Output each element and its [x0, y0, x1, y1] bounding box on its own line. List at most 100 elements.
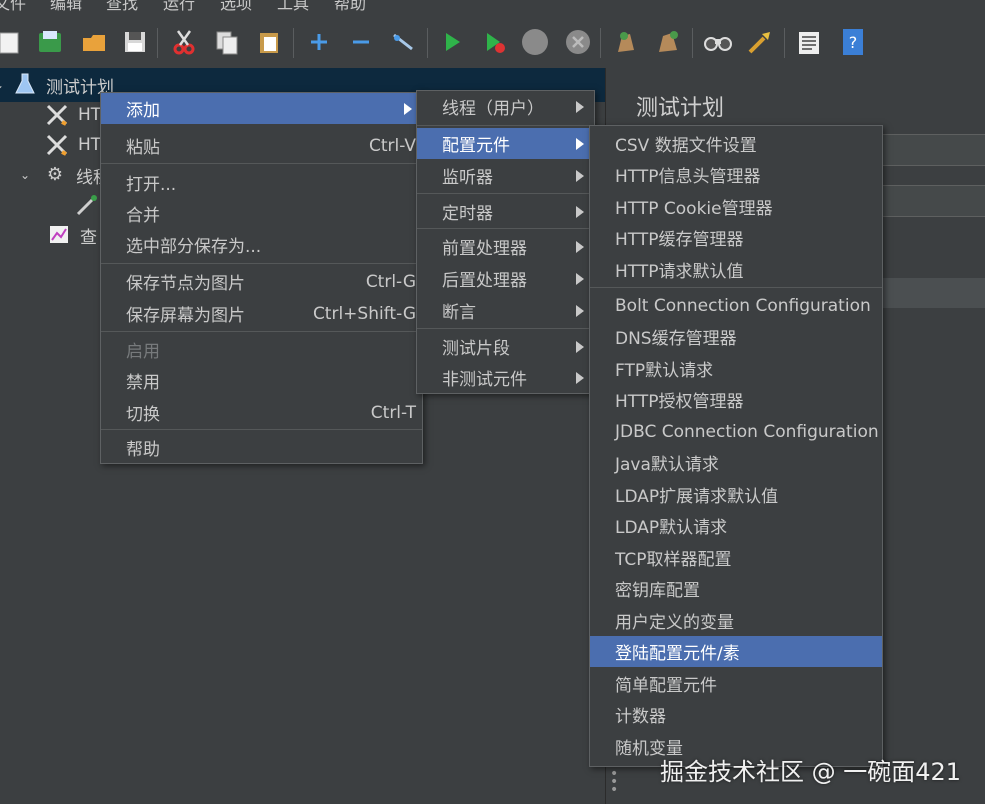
config-item-ftp-defaults[interactable]: FTP默认请求: [590, 353, 882, 384]
menu-bar: 文件 编辑 查找 运行 选项 工具 帮助: [0, 0, 985, 14]
clear-all-icon[interactable]: [652, 26, 684, 58]
splitter-grip[interactable]: •••: [610, 767, 618, 797]
menu-item-merge[interactable]: 合并: [101, 198, 422, 229]
config-item-user-defined-vars[interactable]: 用户定义的变量: [590, 605, 882, 636]
help-icon[interactable]: ?: [837, 26, 869, 58]
chevron-right-icon: [576, 340, 584, 353]
chevron-right-icon: [576, 371, 584, 384]
menu-help[interactable]: 帮助: [334, 0, 366, 14]
svg-text:?: ?: [849, 33, 858, 52]
config-item-counter[interactable]: 计数器: [590, 699, 882, 730]
chevron-right-icon: [576, 169, 584, 182]
menu-run[interactable]: 运行: [163, 0, 195, 14]
config-item-dns-cache[interactable]: DNS缓存管理器: [590, 321, 882, 352]
config-item-java-defaults[interactable]: Java默认请求: [590, 447, 882, 478]
menu-search[interactable]: 查找: [106, 0, 138, 14]
new-icon[interactable]: [0, 26, 26, 58]
config-item-keystore[interactable]: 密钥库配置: [590, 573, 882, 604]
tree-node-label: 查: [80, 227, 97, 248]
submenu-item-assertion[interactable]: 断言: [417, 295, 594, 326]
submenu-item-pre-processor[interactable]: 前置处理器: [417, 231, 594, 262]
copy-icon[interactable]: [211, 26, 243, 58]
context-menu: 添加 粘贴 Ctrl-V 打开... 合并 选中部分保存为... 保存节点为图片 C…: [100, 92, 423, 464]
clear-icon[interactable]: [610, 26, 642, 58]
function-helper-icon[interactable]: [793, 26, 825, 58]
pipette-icon: [74, 192, 100, 218]
add-submenu: 线程（用户） 配置元件 监听器 定时器 前置处理器 后置处理器 断言 测试片段 …: [416, 90, 595, 394]
chevron-right-icon: [576, 304, 584, 317]
submenu-item-timer[interactable]: 定时器: [417, 196, 594, 227]
paste-icon[interactable]: [253, 26, 285, 58]
menu-item-open[interactable]: 打开...: [101, 167, 422, 198]
shutdown-icon[interactable]: [562, 26, 594, 58]
wrench-icon: [44, 102, 70, 128]
tree-node-test-plan[interactable]: ⌄ 测试计划: [0, 72, 114, 98]
config-item-http-cache[interactable]: HTTP缓存管理器: [590, 222, 882, 253]
watermark: 掘金技术社区 @ 一碗面421: [660, 758, 962, 786]
config-element-submenu: CSV 数据文件设置 HTTP信息头管理器 HTTP Cookie管理器 HTT…: [589, 125, 883, 767]
menu-options[interactable]: 选项: [220, 0, 252, 14]
cut-icon[interactable]: [168, 26, 200, 58]
chevron-down-icon[interactable]: ⌄: [0, 78, 12, 92]
flask-icon: [12, 72, 38, 98]
submenu-item-test-fragment[interactable]: 测试片段: [417, 331, 594, 362]
submenu-item-post-processor[interactable]: 后置处理器: [417, 263, 594, 294]
start-no-pause-icon[interactable]: [478, 26, 510, 58]
menu-item-toggle[interactable]: 切换 Ctrl-T: [101, 397, 422, 428]
chevron-right-icon: [576, 100, 584, 113]
menu-file[interactable]: 文件: [0, 0, 26, 14]
submenu-item-non-test-elements[interactable]: 非测试元件: [417, 362, 594, 393]
reset-search-icon[interactable]: [744, 26, 776, 58]
menu-tools[interactable]: 工具: [277, 0, 309, 14]
config-item-tcp-sampler[interactable]: TCP取样器配置: [590, 542, 882, 573]
wrench-icon: [44, 132, 70, 158]
tree-node-thread-group[interactable]: ⌄ ⚙ 线程: [20, 162, 110, 188]
config-item-ldap-defaults[interactable]: LDAP默认请求: [590, 510, 882, 541]
chevron-right-icon: [576, 240, 584, 253]
open-icon[interactable]: [78, 26, 110, 58]
tree-node-listener[interactable]: 查: [46, 222, 97, 248]
expand-icon[interactable]: [303, 26, 335, 58]
submenu-item-listener[interactable]: 监听器: [417, 160, 594, 191]
search-icon[interactable]: [702, 26, 734, 58]
menu-item-add[interactable]: 添加: [101, 93, 422, 124]
tree-node-label: HT: [78, 105, 102, 125]
config-item-simple-config[interactable]: 简单配置元件: [590, 668, 882, 699]
panel-title: 测试计划: [636, 96, 725, 121]
gear-icon: ⚙: [46, 164, 64, 185]
config-item-http-header[interactable]: HTTP信息头管理器: [590, 159, 882, 190]
menu-item-help[interactable]: 帮助: [101, 432, 422, 463]
collapse-icon[interactable]: [345, 26, 377, 58]
save-icon[interactable]: [119, 26, 151, 58]
menu-item-save-node-image[interactable]: 保存节点为图片 Ctrl-G: [101, 266, 422, 297]
config-item-bolt[interactable]: Bolt Connection Configuration: [590, 290, 882, 321]
menu-item-disable[interactable]: 禁用: [101, 365, 422, 396]
graph-icon: [46, 222, 72, 248]
toolbar: ?: [0, 18, 985, 68]
menu-item-save-selection[interactable]: 选中部分保存为...: [101, 229, 422, 260]
config-item-http-cookie[interactable]: HTTP Cookie管理器: [590, 191, 882, 222]
chevron-right-icon: [576, 205, 584, 218]
chevron-down-icon[interactable]: ⌄: [20, 168, 42, 182]
stop-icon[interactable]: [519, 26, 551, 58]
config-item-http-auth[interactable]: HTTP授权管理器: [590, 384, 882, 415]
config-item-csv[interactable]: CSV 数据文件设置: [590, 128, 882, 159]
menu-item-paste[interactable]: 粘贴 Ctrl-V: [101, 130, 422, 161]
config-item-jdbc[interactable]: JDBC Connection Configuration: [590, 416, 882, 447]
chevron-right-icon: [576, 272, 584, 285]
config-item-http-defaults[interactable]: HTTP请求默认值: [590, 254, 882, 285]
toggle-icon[interactable]: [387, 26, 419, 58]
submenu-item-config-element[interactable]: 配置元件: [417, 128, 594, 159]
tree-node-http-2[interactable]: HT: [44, 132, 101, 158]
menu-item-save-screen-image[interactable]: 保存屏幕为图片 Ctrl+Shift-G: [101, 298, 422, 329]
tree-node-http-1[interactable]: HT: [44, 102, 101, 128]
submenu-item-threads[interactable]: 线程（用户）: [417, 91, 594, 122]
menu-item-enable: 启用: [126, 342, 160, 362]
chevron-right-icon: [576, 137, 584, 150]
config-item-login-config[interactable]: 登陆配置元件/素: [590, 636, 882, 667]
menu-edit[interactable]: 编辑: [50, 0, 82, 14]
tree-node-label: HT: [78, 135, 102, 155]
start-icon[interactable]: [436, 26, 468, 58]
templates-icon[interactable]: [34, 26, 66, 58]
config-item-ldap-ext-defaults[interactable]: LDAP扩展请求默认值: [590, 479, 882, 510]
